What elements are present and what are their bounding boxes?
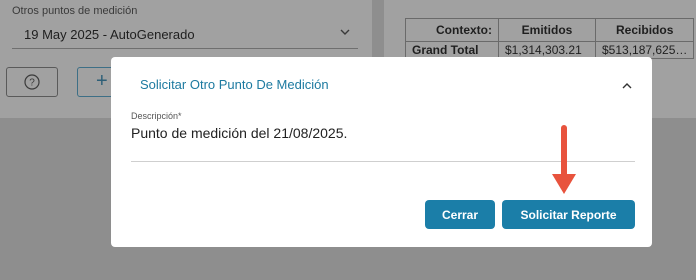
table-header: Recibidos <box>594 18 695 42</box>
table-row: Grand Total $1,314,303.21 $513,187,625… <box>405 41 695 59</box>
select-label: Otros puntos de medición <box>12 5 138 17</box>
summary-table: Contexto: Emitidos Recibidos Grand Total… <box>405 18 695 59</box>
table-cell: Grand Total <box>405 41 499 59</box>
close-button[interactable]: Cerrar <box>425 200 495 229</box>
annotation-arrow-icon <box>552 125 576 194</box>
chevron-up-icon[interactable] <box>621 80 633 92</box>
table-header-row: Contexto: Emitidos Recibidos <box>405 18 695 42</box>
chevron-down-icon[interactable] <box>338 25 352 39</box>
help-button[interactable]: ? <box>6 67 58 97</box>
description-label: Descripción* <box>131 111 182 121</box>
measurement-point-select[interactable]: 19 May 2025 - AutoGenerado <box>24 27 195 42</box>
request-report-button[interactable]: Solicitar Reporte <box>502 200 635 229</box>
modal-title: Solicitar Otro Punto De Medición <box>140 77 329 92</box>
svg-text:?: ? <box>29 78 35 89</box>
table-cell: $513,187,625… <box>594 41 695 59</box>
table-cell: $1,314,303.21 <box>498 41 596 59</box>
description-field[interactable]: Punto de medición del 21/08/2025. <box>131 125 347 141</box>
select-underline <box>12 48 358 49</box>
table-header: Contexto: <box>405 18 499 42</box>
question-circle-icon: ? <box>24 74 40 90</box>
table-header: Emitidos <box>498 18 596 42</box>
